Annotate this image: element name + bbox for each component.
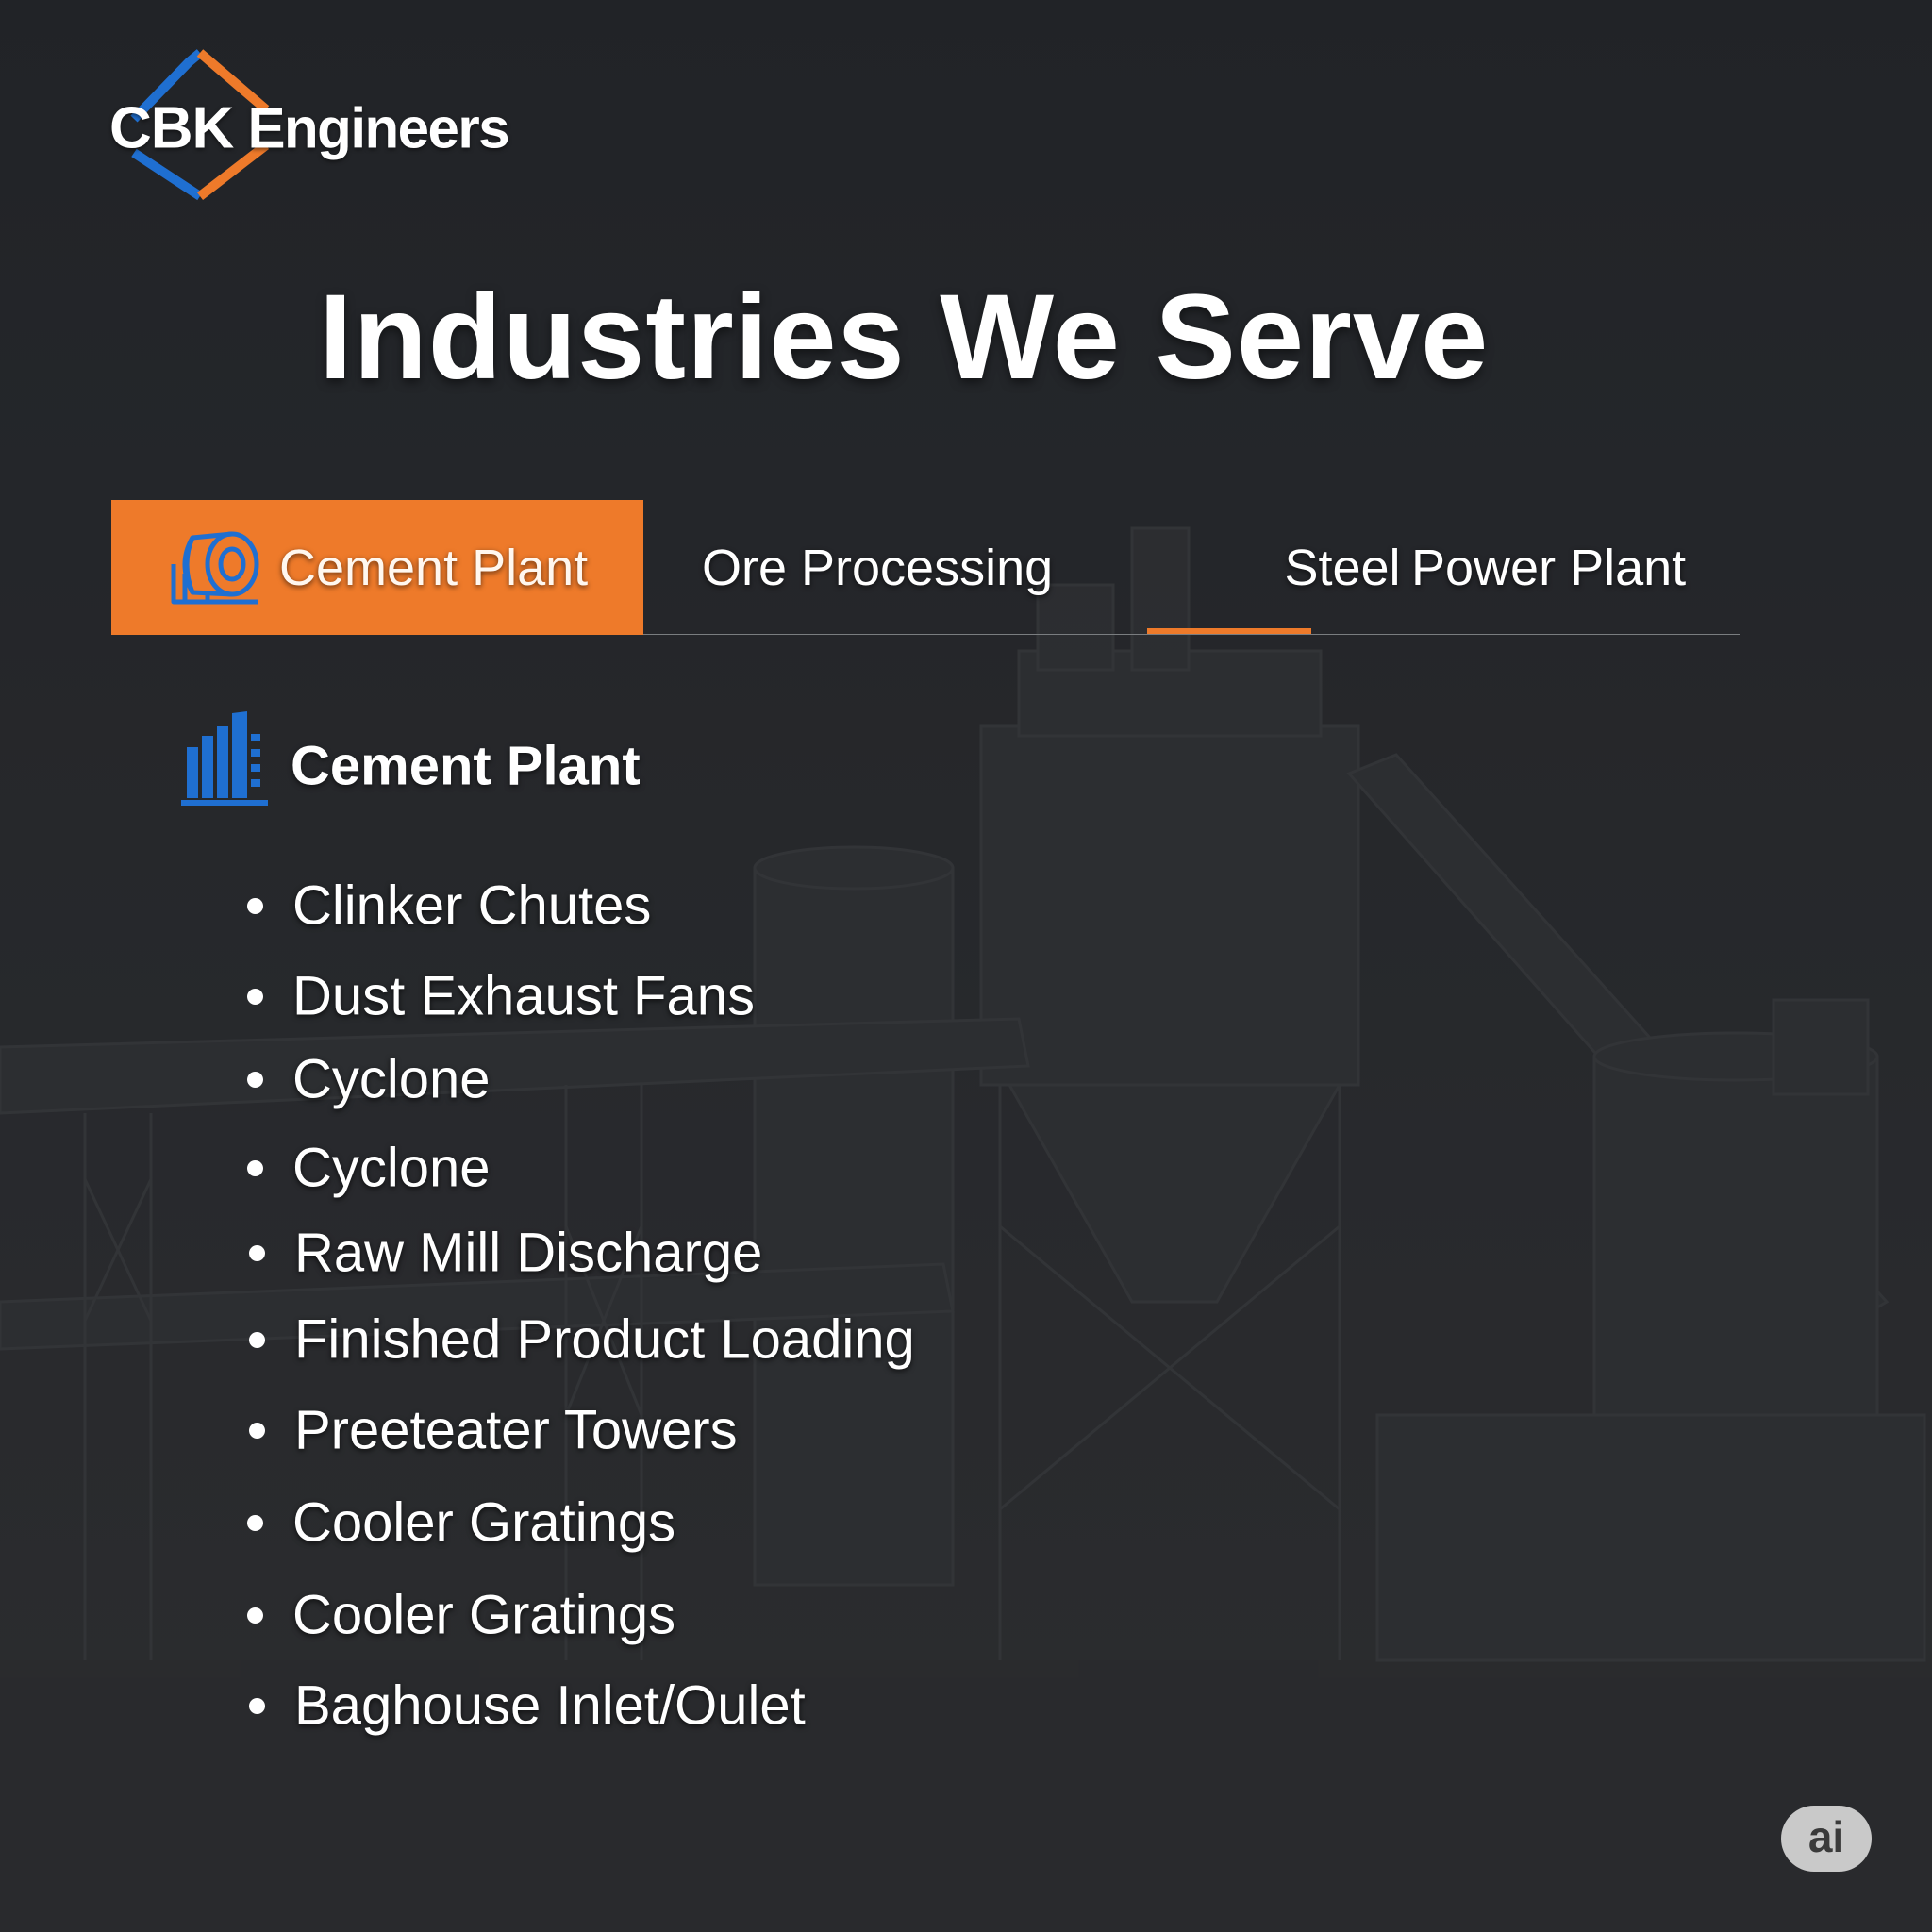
- bullet: [247, 1514, 263, 1531]
- list-item-text: Cooler Gratings: [292, 1584, 676, 1646]
- list-item: Raw Mill Discharge: [249, 1222, 763, 1285]
- list-item-text: Finished Product Loading: [294, 1308, 915, 1371]
- list-item: Finished Product Loading: [249, 1308, 915, 1372]
- bullet: [249, 1331, 265, 1348]
- list-item: Dust Exhaust Fans: [247, 965, 755, 1028]
- bullet: [247, 897, 263, 914]
- brand-name-suffix: Engineers: [233, 96, 509, 160]
- bullet: [247, 1607, 263, 1624]
- list-item-text: Clinker Chutes: [292, 874, 652, 937]
- tab-power-plant[interactable]: Power Plant: [1411, 500, 1686, 635]
- list-item: Baghouse Inlet/Oulet: [249, 1674, 806, 1738]
- list-item: Cooler Gratings: [247, 1491, 676, 1555]
- tab-label: Steel: [1284, 539, 1401, 596]
- list-item: Preeteater Towers: [249, 1399, 738, 1462]
- list-item: Cyclone: [247, 1137, 491, 1200]
- list-item: Cyclone: [247, 1048, 491, 1111]
- list-item-text: Baghouse Inlet/Oulet: [294, 1674, 806, 1737]
- list-item-text: Dust Exhaust Fans: [292, 965, 755, 1027]
- list-item-text: Cyclone: [292, 1137, 491, 1199]
- list-item: Clinker Chutes: [247, 874, 652, 938]
- tab-ore-processing[interactable]: Ore Processing: [702, 500, 1053, 635]
- list-item-text: Cyclone: [292, 1048, 491, 1110]
- bullet: [247, 988, 263, 1005]
- tab-label: Power Plant: [1411, 539, 1687, 596]
- list-item-text: Cooler Gratings: [292, 1491, 676, 1554]
- tab-label: Cement Plant: [279, 539, 589, 596]
- bullet: [249, 1422, 265, 1439]
- brand-name-prefix: CBK: [109, 95, 234, 161]
- bullet: [247, 1071, 263, 1088]
- tab-cement-plant[interactable]: Cement Plant: [111, 500, 643, 635]
- list-item: Cooler Gratings: [247, 1584, 676, 1647]
- factory-building-icon: [181, 711, 268, 806]
- kiln-icon: [171, 531, 259, 605]
- list-item-text: Raw Mill Discharge: [294, 1222, 763, 1284]
- brand-logo[interactable]: CBK Engineers: [106, 40, 549, 209]
- bullet: [247, 1159, 263, 1176]
- tab-label: Ore Processing: [702, 539, 1054, 596]
- bullet: [249, 1697, 265, 1714]
- list-item-text: Preeteater Towers: [294, 1399, 738, 1461]
- page-title: Industries We Serve: [319, 270, 1490, 405]
- industry-tabs: Cement Plant Ore Processing Steel Power …: [111, 500, 1740, 635]
- ai-badge: ai: [1781, 1806, 1872, 1872]
- tab-steel[interactable]: Steel: [1260, 500, 1424, 635]
- bullet: [249, 1244, 265, 1261]
- section-title: Cement Plant: [291, 735, 641, 797]
- brand-name: CBK Engineers: [109, 95, 510, 162]
